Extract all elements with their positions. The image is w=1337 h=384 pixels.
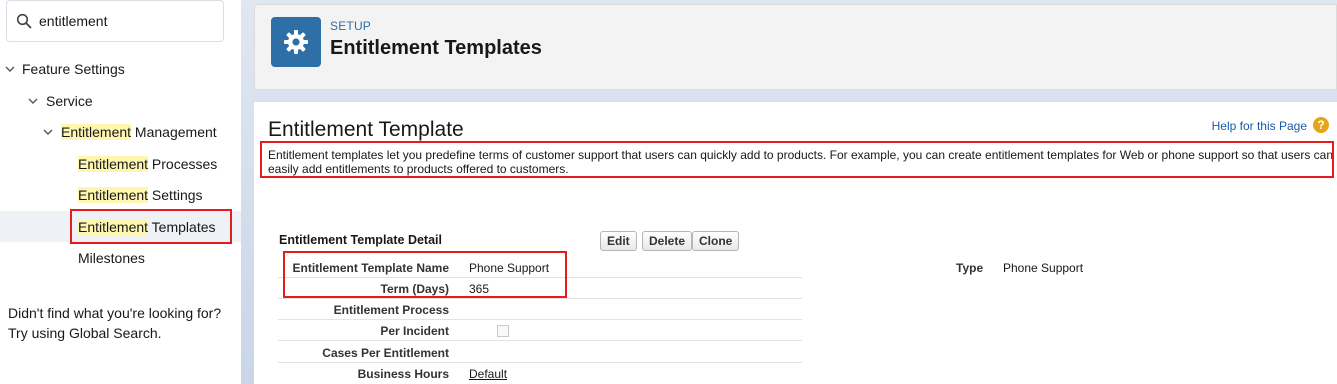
search-icon [16, 13, 32, 29]
type-label: Type [956, 261, 984, 275]
help-prefix: Try using [8, 325, 69, 341]
search-highlight: Entitlement [78, 156, 149, 172]
field-label: Entitlement Template Name [292, 261, 449, 275]
no-results-help: Didn't find what you're looking for? Try… [8, 303, 221, 343]
content-panel: Entitlement Template Help for this Page … [254, 101, 1337, 384]
business-hours-link[interactable]: Default [469, 367, 507, 381]
edit-button[interactable]: Edit [600, 231, 637, 251]
sidebar-item-entitlement-templates[interactable]: Entitlement Templates [78, 212, 216, 242]
field-label: Business Hours [357, 367, 449, 381]
delete-button[interactable]: Delete [642, 231, 693, 251]
field-label: Cases Per Entitlement [322, 346, 449, 360]
field-value: Default [469, 367, 507, 381]
field-row: Entitlement Template Name Phone Support [278, 257, 802, 278]
quick-find-box[interactable] [6, 0, 224, 42]
sidebar-item-entitlement-processes[interactable]: Entitlement Processes [78, 149, 217, 179]
quick-find-input[interactable] [39, 10, 219, 32]
sidebar-item-milestones[interactable]: Milestones [78, 243, 145, 273]
sidebar-item-label: Milestones [78, 250, 145, 266]
sidebar-item-label: Service [46, 93, 93, 109]
help-line-2: Try using Global Search. [8, 323, 221, 343]
sidebar-item-entitlement-settings[interactable]: Entitlement Settings [78, 180, 203, 210]
sidebar-item-label: Entitlement Management [61, 117, 217, 147]
help-suffix: . [157, 325, 162, 341]
search-highlight: Entitlement [78, 219, 149, 235]
search-highlight: Entitlement [61, 124, 132, 140]
detail-section-title: Entitlement Template Detail [279, 233, 442, 247]
field-row: Cases Per Entitlement [278, 342, 802, 363]
gear-icon [284, 30, 308, 54]
label-rest: Processes [148, 156, 218, 172]
sidebar-item-label: Feature Settings [22, 61, 125, 77]
global-search-link[interactable]: Global Search [69, 325, 158, 341]
help-line-1: Didn't find what you're looking for? [8, 305, 222, 321]
page-description: Entitlement templates let you predefine … [268, 148, 1333, 176]
setup-icon-box [271, 17, 321, 67]
field-row: Entitlement Process [278, 299, 802, 320]
breadcrumb: SETUP [330, 19, 372, 33]
field-label: Per Incident [380, 324, 449, 338]
section-title: Entitlement Template [268, 118, 464, 141]
field-row: Business Hours Default [278, 363, 802, 384]
field-label: Entitlement Process [333, 303, 449, 317]
chevron-down-icon[interactable] [27, 86, 39, 116]
label-rest: Management [131, 124, 217, 140]
page-title: Entitlement Templates [330, 37, 542, 59]
field-row: Term (Days) 365 [278, 278, 802, 299]
field-value: Phone Support [469, 261, 550, 275]
help-for-page-link[interactable]: Help for this Page [1212, 119, 1307, 133]
help-icon[interactable]: ? [1313, 117, 1329, 133]
setup-sidebar: Feature Settings Service Entitlement Man… [0, 0, 241, 384]
label-rest: Templates [148, 219, 216, 235]
field-row: Per Incident [278, 320, 802, 341]
chevron-down-icon[interactable] [42, 117, 54, 147]
chevron-down-icon[interactable] [4, 54, 16, 84]
page-header: SETUP Entitlement Templates [254, 4, 1337, 90]
type-value: Phone Support [1003, 261, 1084, 275]
field-value: 365 [469, 282, 490, 296]
search-highlight: Entitlement [78, 187, 149, 203]
clone-button[interactable]: Clone [692, 231, 740, 251]
field-label: Term (Days) [380, 282, 449, 296]
label-rest: Settings [148, 187, 203, 203]
per-incident-checkbox [497, 325, 509, 337]
